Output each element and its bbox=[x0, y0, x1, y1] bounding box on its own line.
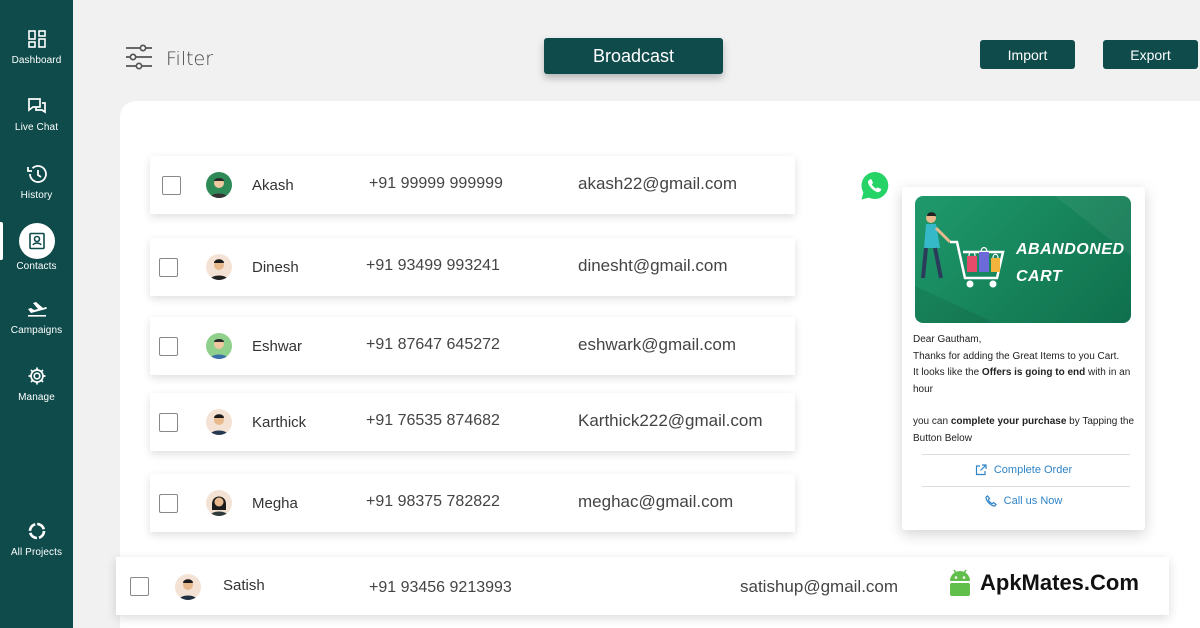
contact-phone: +91 98375 782822 bbox=[366, 493, 500, 510]
row-checkbox[interactable] bbox=[159, 337, 178, 356]
filter-button[interactable]: Filter bbox=[125, 44, 213, 74]
contact-email: eshwark@gmail.com bbox=[578, 335, 737, 354]
chat-icon bbox=[26, 95, 48, 117]
sidebar: Dashboard Live Chat History Contacts Cam… bbox=[0, 0, 73, 628]
contact-phone: +91 87647 645272 bbox=[366, 336, 500, 353]
avatar bbox=[206, 172, 232, 198]
avatar bbox=[175, 574, 201, 600]
phone-icon bbox=[985, 495, 997, 507]
contact-name: Dinesh bbox=[252, 259, 299, 276]
row-checkbox[interactable] bbox=[130, 577, 149, 596]
sidebar-item-label: Dashboard bbox=[11, 55, 62, 66]
external-link-icon bbox=[975, 464, 987, 476]
export-button[interactable]: Export bbox=[1103, 40, 1198, 69]
contact-phone: +91 99999 999999 bbox=[369, 175, 503, 192]
row-checkbox[interactable] bbox=[162, 176, 181, 195]
sidebar-item-label: Campaigns bbox=[10, 325, 63, 336]
call-us-label: Call us Now bbox=[1003, 495, 1063, 507]
sidebar-item-label: History bbox=[20, 190, 53, 201]
complete-order-button[interactable]: Complete Order bbox=[902, 464, 1145, 476]
contact-email: akash22@gmail.com bbox=[578, 174, 737, 193]
complete-order-label: Complete Order bbox=[993, 464, 1073, 476]
contact-phone: +91 93499 993241 bbox=[366, 257, 500, 274]
avatar bbox=[206, 333, 232, 359]
divider bbox=[922, 486, 1130, 487]
message-text: you can bbox=[913, 416, 951, 427]
filter-icon bbox=[125, 44, 153, 74]
sidebar-item-dashboard[interactable]: Dashboard bbox=[0, 28, 73, 66]
table-row[interactable]: Eshwar +91 87647 645272 eshwark@gmail.co… bbox=[150, 317, 795, 375]
contact-name: Satish bbox=[223, 577, 265, 594]
row-checkbox[interactable] bbox=[159, 258, 178, 277]
contact-name: Megha bbox=[252, 495, 298, 512]
contact-name: Karthick bbox=[252, 414, 307, 431]
circle-icon bbox=[26, 520, 48, 542]
message-preview-card: ABANDONED CART Dear Gautham, Thanks for … bbox=[902, 187, 1145, 530]
message-bold-text: complete your purchase bbox=[950, 416, 1067, 427]
plane-icon bbox=[26, 298, 48, 320]
abandoned-cart-banner: ABANDONED CART bbox=[915, 196, 1131, 323]
sidebar-item-live-chat[interactable]: Live Chat bbox=[0, 95, 73, 133]
sidebar-item-label: Manage bbox=[18, 392, 55, 403]
avatar bbox=[206, 409, 232, 435]
divider bbox=[922, 454, 1130, 455]
contact-email: dinesht@gmail.com bbox=[578, 256, 728, 275]
import-button[interactable]: Import bbox=[980, 40, 1075, 69]
avatar bbox=[206, 254, 232, 280]
watermark: ApkMates.Com bbox=[946, 568, 1139, 598]
watermark-text: ApkMates.Com bbox=[980, 570, 1139, 595]
contacts-icon bbox=[18, 223, 55, 259]
sidebar-item-contacts[interactable]: Contacts bbox=[0, 223, 73, 272]
message-body: Dear Gautham, Thanks for adding the Grea… bbox=[913, 332, 1139, 447]
message-line: Thanks for adding the Great Items to you… bbox=[913, 350, 1120, 362]
contact-email: satishup@gmail.com bbox=[740, 577, 899, 596]
sidebar-item-manage[interactable]: Manage bbox=[0, 365, 73, 403]
row-checkbox[interactable] bbox=[159, 494, 178, 513]
contact-phone: +91 76535 874682 bbox=[366, 412, 500, 429]
whatsapp-icon bbox=[857, 168, 893, 204]
message-line: It looks like the Offers is going to end… bbox=[913, 365, 1139, 398]
history-icon bbox=[26, 163, 48, 185]
message-bold-text: Offers is going to end bbox=[981, 367, 1086, 378]
table-row[interactable]: Megha +91 98375 782822 meghac@gmail.com bbox=[150, 474, 795, 532]
sidebar-item-all-projects[interactable]: All Projects bbox=[0, 520, 73, 558]
row-checkbox[interactable] bbox=[159, 413, 178, 432]
android-icon bbox=[950, 569, 970, 596]
contact-email: meghac@gmail.com bbox=[578, 492, 734, 511]
sidebar-item-campaigns[interactable]: Campaigns bbox=[0, 298, 73, 336]
contact-name: Akash bbox=[252, 177, 294, 194]
table-row[interactable]: Dinesh +91 93499 993241 dinesht@gmail.co… bbox=[150, 238, 795, 296]
message-greeting: Dear Gautham, bbox=[913, 334, 982, 345]
sidebar-item-history[interactable]: History bbox=[0, 163, 73, 201]
message-text: It looks like the bbox=[913, 367, 982, 378]
sidebar-item-label: All Projects bbox=[10, 547, 63, 558]
call-us-button[interactable]: Call us Now bbox=[902, 495, 1145, 507]
sidebar-item-label: Contacts bbox=[16, 261, 57, 272]
contact-phone: +91 93456 9213993 bbox=[369, 579, 512, 596]
filter-label: Filter bbox=[166, 48, 214, 70]
message-line: you can complete your purchase by Tappin… bbox=[913, 414, 1139, 447]
gear-icon bbox=[26, 365, 48, 387]
banner-title: ABANDONED CART bbox=[1016, 236, 1125, 290]
banner-line: ABANDONED bbox=[1016, 241, 1125, 258]
table-row[interactable]: Akash +91 99999 999999 akash22@gmail.com bbox=[150, 156, 795, 214]
avatar bbox=[206, 490, 232, 516]
sidebar-item-label: Live Chat bbox=[14, 122, 59, 133]
dashboard-icon bbox=[26, 28, 48, 50]
broadcast-button[interactable]: Broadcast bbox=[544, 38, 723, 74]
table-row[interactable]: Karthick +91 76535 874682 Karthick222@gm… bbox=[150, 393, 795, 451]
banner-line: CART bbox=[1016, 268, 1063, 285]
contact-name: Eshwar bbox=[252, 338, 303, 355]
contact-email: Karthick222@gmail.com bbox=[578, 411, 763, 430]
